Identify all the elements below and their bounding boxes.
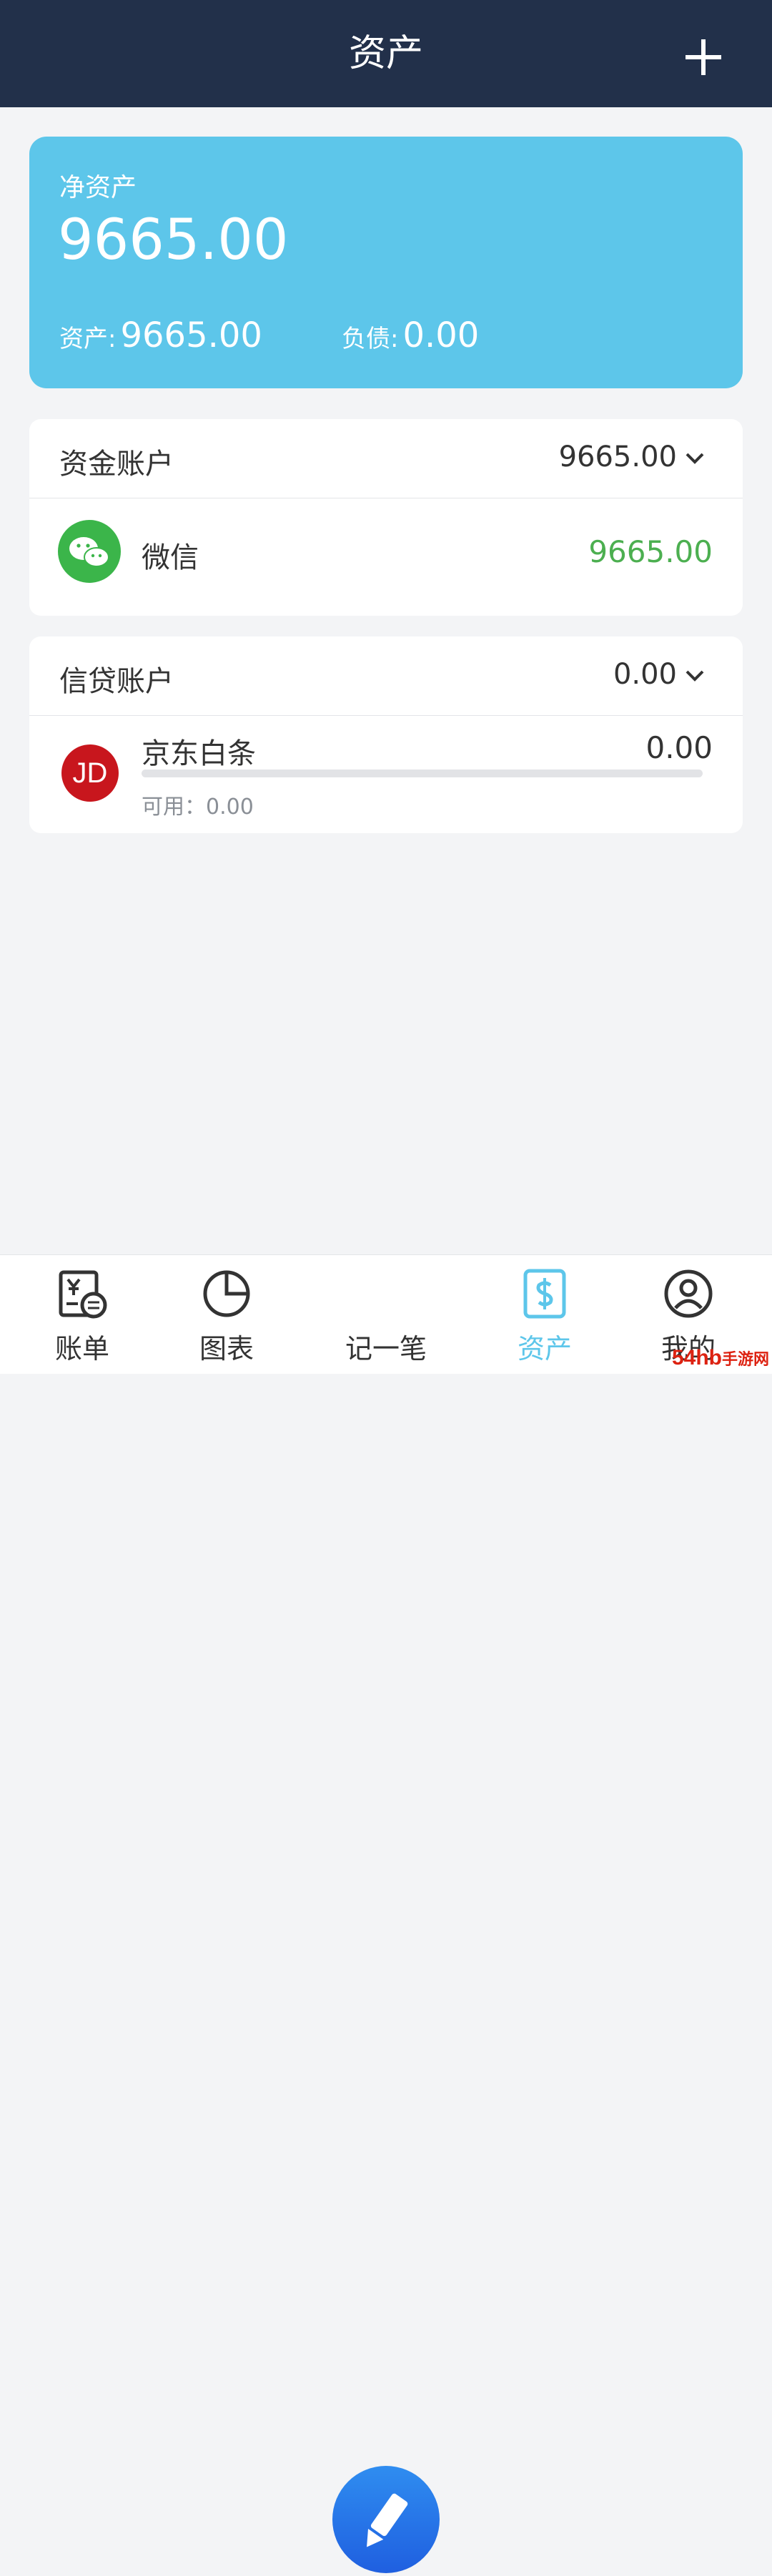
assets-summary: 资产: 9665.00 [59, 315, 262, 355]
fund-accounts-total: 9665.00 [558, 441, 677, 473]
credit-accounts-header[interactable]: 信贷账户 0.00 [29, 636, 743, 716]
pencil-icon [367, 2493, 408, 2547]
available-credit: 可用：0.00 [142, 789, 254, 820]
liabilities-value: 0.00 [402, 315, 480, 355]
account-amount: 0.00 [645, 730, 713, 765]
tab-label: 资产 [517, 1333, 572, 1365]
account-name: 京东白条 [142, 737, 256, 770]
fund-accounts-card: 资金账户 9665.00 微信 9665.00 [29, 419, 743, 616]
credit-accounts-title: 信贷账户 [59, 665, 174, 698]
chevron-down-icon[interactable] [684, 667, 706, 685]
credit-usage-bar [142, 770, 703, 777]
wechat-icon [58, 520, 121, 583]
net-assets-card[interactable]: 净资产 9665.00 资产: 9665.00 负债: 0.00 [29, 137, 743, 388]
add-record-button[interactable] [332, 2466, 440, 2573]
credit-accounts-total: 0.00 [613, 658, 677, 691]
account-name: 微信 [142, 541, 199, 574]
page-title: 资产 [348, 32, 423, 75]
assets-label: 资产: [59, 325, 117, 353]
account-amount: 9665.00 [588, 534, 713, 569]
available-label: 可用： [142, 795, 206, 820]
chevron-down-icon[interactable] [684, 449, 706, 468]
liabilities-label: 负债: [342, 325, 399, 353]
net-assets-value: 9665.00 [58, 208, 289, 272]
tab-label: 记一笔 [345, 1333, 427, 1365]
chart-pie-icon [203, 1270, 250, 1317]
asset-dollar-icon [523, 1269, 566, 1319]
account-row-jd-baitiao[interactable]: JD 京东白条 0.00 可用：0.00 [29, 716, 743, 833]
credit-accounts-card: 信贷账户 0.00 JD 京东白条 0.00 可用：0.00 [29, 636, 743, 833]
tab-chart[interactable]: 图表 [162, 1255, 291, 1374]
tab-bill[interactable]: 账单 [18, 1255, 147, 1374]
assets-value: 9665.00 [120, 315, 262, 355]
tab-assets[interactable]: 资产 [480, 1255, 609, 1374]
profile-icon [664, 1269, 713, 1318]
account-row-wechat[interactable]: 微信 9665.00 [29, 498, 743, 616]
tab-label: 账单 [54, 1333, 109, 1365]
jd-icon: JD [61, 744, 119, 802]
net-assets-label: 净资产 [59, 173, 137, 202]
liabilities-summary: 负债: 0.00 [342, 315, 479, 355]
fund-accounts-title: 资金账户 [59, 448, 174, 481]
bottom-tab-bar: 账单 图表 记一笔 资产 我的 [0, 1254, 772, 2573]
available-value: 0.00 [206, 795, 254, 820]
add-icon[interactable] [682, 36, 725, 79]
watermark-logo: 54hb手游网 [671, 1346, 769, 1370]
top-app-bar: 资产 [0, 0, 772, 107]
fund-accounts-header[interactable]: 资金账户 9665.00 [29, 419, 743, 498]
bill-icon [59, 1270, 107, 1319]
tab-label: 图表 [199, 1333, 254, 1365]
